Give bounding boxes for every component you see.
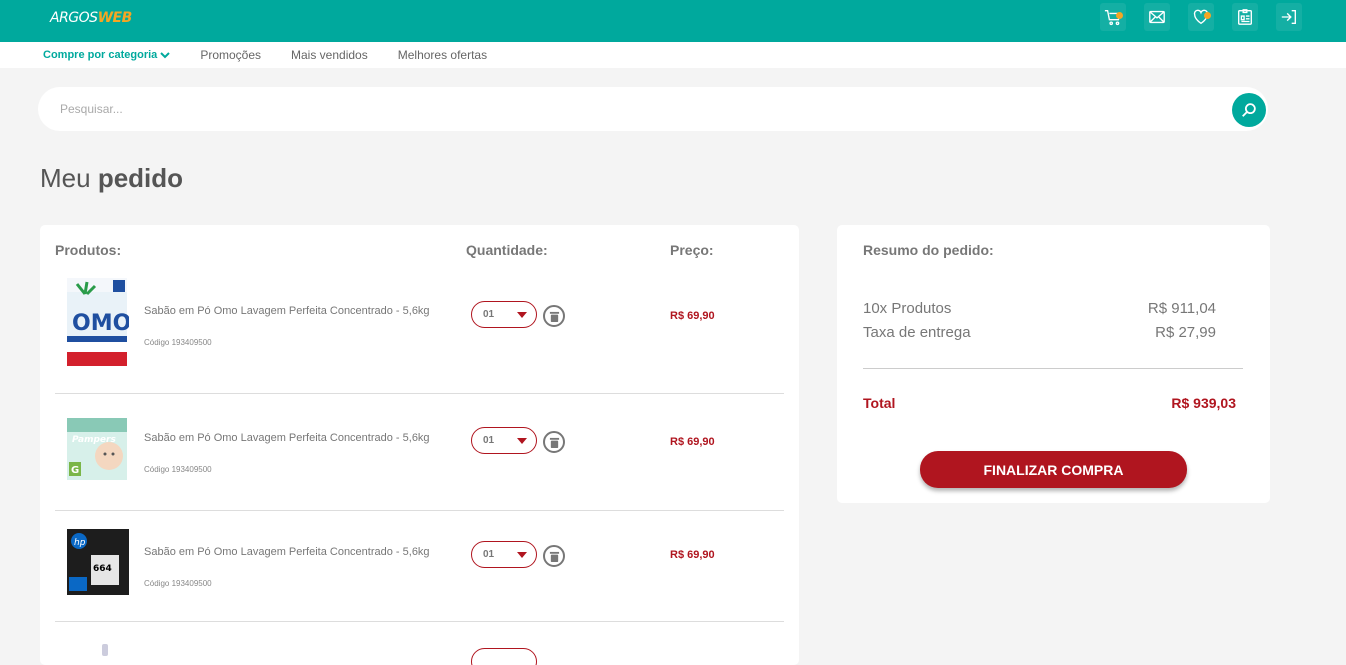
product-code: Código 193409500: [144, 579, 212, 588]
product-price: R$ 69,90: [670, 310, 715, 322]
product-row: [55, 622, 784, 665]
trash-icon: [549, 551, 559, 562]
svg-text:OMO: OMO: [72, 311, 129, 336]
page-title-bold: pedido: [97, 163, 184, 193]
summary-total-value: R$ 939,03: [1171, 395, 1236, 411]
product-price: R$ 69,90: [670, 549, 715, 561]
column-header-products: Produtos:: [55, 242, 122, 258]
quantity-value: 01: [483, 309, 495, 320]
product-price: R$ 69,90: [670, 436, 715, 448]
svg-text:G: G: [71, 465, 79, 476]
dropdown-arrow-icon: [517, 311, 527, 318]
product-name[interactable]: Sabão em Pó Omo Lavagem Perfeita Concent…: [144, 431, 434, 445]
brand-logo-part1: ARGOS: [50, 10, 98, 26]
quantity-select[interactable]: 01: [471, 427, 537, 454]
product-name[interactable]: Sabão em Pó Omo Lavagem Perfeita Concent…: [144, 545, 434, 559]
top-bar: ARGOSWEB: [0, 0, 1346, 42]
cart-icon[interactable]: [1100, 3, 1126, 31]
brand-logo[interactable]: ARGOSWEB: [50, 10, 132, 28]
product-row: hp 664 Sabão em Pó Omo Lavagem Perfeita …: [55, 511, 784, 622]
summary-products-label: 10x Produtos: [863, 300, 952, 317]
checkout-button[interactable]: FINALIZAR COMPRA: [920, 451, 1187, 488]
cart-badge: [1116, 12, 1123, 19]
product-image-pampers[interactable]: Pampers G: [65, 418, 129, 480]
chevron-down-icon: [160, 52, 171, 59]
nav-link-melhores-ofertas[interactable]: Melhores ofertas: [398, 48, 487, 62]
quantity-select[interactable]: 01: [471, 301, 537, 328]
summary-shipping-label: Taxa de entrega: [863, 324, 971, 341]
quantity-value: 01: [483, 435, 495, 446]
product-image-partial: [102, 644, 108, 656]
product-image-hp-cartridge[interactable]: hp 664: [65, 529, 129, 595]
brand-logo-part2: WEB: [97, 10, 133, 26]
favorites-icon[interactable]: [1188, 3, 1214, 31]
product-row: OMO Sabão em Pó Omo Lavagem Perfeita Con…: [55, 273, 784, 394]
header-icons: [1100, 3, 1302, 31]
remove-item-button[interactable]: [543, 431, 565, 453]
summary-divider: [863, 368, 1243, 369]
nav-link-mais-vendidos[interactable]: Mais vendidos: [291, 48, 368, 62]
products-card: Produtos: Quantidade: Preço: OMO Sabão e…: [40, 225, 799, 665]
dropdown-arrow-icon: [517, 551, 527, 558]
summary-products-line: 10x Produtos R$ 911,04: [863, 300, 1216, 317]
remove-item-button[interactable]: [543, 545, 565, 567]
category-dropdown-label: Compre por categoria: [43, 49, 158, 61]
quantity-value: 01: [483, 549, 495, 560]
search-button[interactable]: [1232, 93, 1266, 127]
remove-item-button[interactable]: [543, 305, 565, 327]
favorites-badge: [1204, 12, 1211, 19]
mail-icon[interactable]: [1144, 3, 1170, 31]
summary-shipping-line: Taxa de entrega R$ 27,99: [863, 324, 1216, 341]
product-image-omo[interactable]: OMO: [65, 278, 129, 366]
account-icon[interactable]: [1232, 3, 1258, 31]
column-header-price: Preço:: [670, 242, 714, 258]
summary-shipping-value: R$ 27,99: [1155, 324, 1216, 341]
category-dropdown[interactable]: Compre por categoria: [43, 49, 171, 61]
product-row: Pampers G Sabão em Pó Omo Lavagem Perfei…: [55, 394, 784, 511]
trash-icon: [549, 437, 559, 448]
product-code: Código 193409500: [144, 338, 212, 347]
search-input[interactable]: [60, 87, 1210, 131]
summary-title: Resumo do pedido:: [863, 242, 994, 258]
summary-total-label: Total: [863, 395, 896, 411]
search-icon: [1242, 103, 1256, 117]
dropdown-arrow-icon: [517, 437, 527, 444]
column-header-quantity: Quantidade:: [466, 242, 548, 258]
page-title-normal: Meu: [40, 163, 91, 193]
order-summary-card: Resumo do pedido: 10x Produtos R$ 911,04…: [837, 225, 1270, 503]
quantity-select[interactable]: 01: [471, 541, 537, 568]
svg-text:664: 664: [93, 564, 112, 574]
summary-products-value: R$ 911,04: [1147, 300, 1216, 317]
page-title: Meu pedido: [40, 163, 183, 194]
trash-icon: [549, 311, 559, 322]
summary-total-line: Total R$ 939,03: [863, 395, 1236, 411]
login-icon[interactable]: [1276, 3, 1302, 31]
product-name[interactable]: Sabão em Pó Omo Lavagem Perfeita Concent…: [144, 304, 434, 318]
search-bar: [38, 87, 1268, 131]
product-code: Código 193409500: [144, 465, 212, 474]
nav-link-promocoes[interactable]: Promoções: [200, 48, 261, 62]
svg-text:hp: hp: [74, 538, 86, 548]
category-nav: Compre por categoria Promoções Mais vend…: [0, 42, 1346, 68]
quantity-select[interactable]: [471, 648, 537, 665]
